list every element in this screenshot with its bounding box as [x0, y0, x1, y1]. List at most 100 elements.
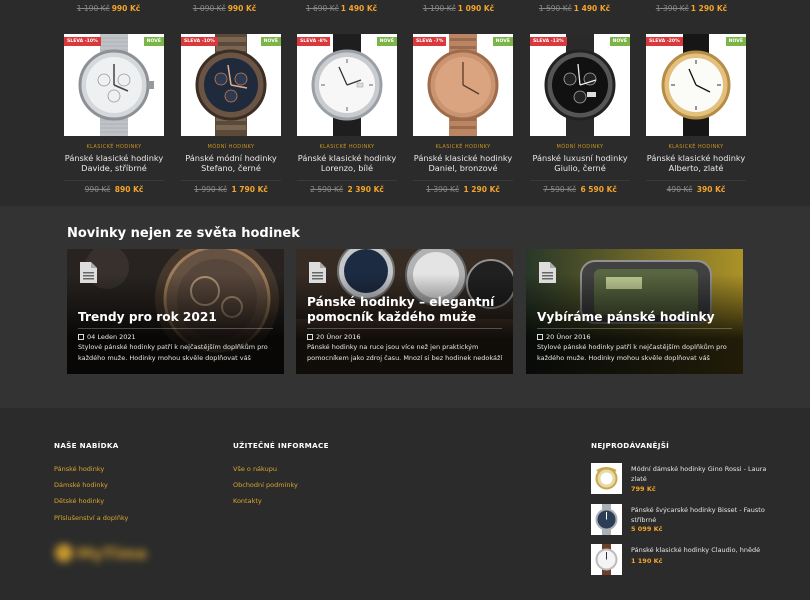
top-price: 1 590 Kč 1 490 Kč [538, 4, 611, 13]
product-prices: 7 590 Kč 6 590 Kč [530, 180, 630, 194]
document-icon [309, 262, 326, 283]
calendar-icon [307, 334, 313, 340]
watch-icon [195, 34, 267, 136]
product-category[interactable]: KLASICKÉ HODINKY [64, 144, 164, 150]
product-image[interactable]: SLEVA -7% NOVÉ [413, 34, 513, 136]
calendar-icon [78, 334, 84, 340]
info-heading: UŽITEČNÉ INFORMACE [233, 441, 329, 450]
document-icon [80, 262, 97, 283]
bestseller-name[interactable]: Módní dámské hodinky Gino Rossi - Laura … [631, 464, 771, 484]
calendar-icon [537, 334, 543, 340]
previous-row-prices: 1 190 Kč 990 Kč 1 090 Kč 990 Kč 1 690 Kč 1 … [0, 0, 810, 22]
bestseller-name[interactable]: Pánské klasické hodinky Claudio, hnědé [631, 545, 771, 555]
watch-icon [78, 34, 154, 136]
top-price: 1 390 Kč 1 290 Kč [655, 4, 728, 13]
product-card[interactable]: SLEVA -20% NOVÉ KLASICKÉ HODINKY Pánské … [646, 34, 746, 194]
post-excerpt: Stylové pánské hodinky patří k nejčastěj… [78, 343, 268, 362]
post-date: 20 Únor 2016 [537, 333, 590, 341]
product-card[interactable]: SLEVA -8% NOVÉ KLASICKÉ HODINKY Pánské k… [297, 34, 397, 194]
product-image[interactable]: SLEVA -10% NOVÉ [64, 34, 164, 136]
offer-heading: NAŠE NABÍDKA [54, 441, 119, 450]
new-badge: NOVÉ [260, 37, 281, 46]
product-card[interactable]: SLEVA -10% NOVÉ MÓDNÍ HODINKY Pánské mód… [181, 34, 281, 194]
news-post[interactable]: Vybíráme pánské hodinky 20 Únor 2016 Sty… [526, 249, 743, 374]
bestseller-item[interactable]: Módní dámské hodinky Gino Rossi - Laura … [591, 463, 771, 495]
news-heading: Novinky nejen ze světa hodinek [67, 226, 300, 241]
product-prices: 1 990 Kč 1 790 Kč [181, 180, 281, 194]
top-price: 1 190 Kč 990 Kč [76, 4, 141, 13]
new-badge: NOVÉ [725, 37, 746, 46]
product-image[interactable]: SLEVA -10% NOVÉ [181, 34, 281, 136]
divider [307, 328, 502, 329]
divider [537, 328, 732, 329]
logo[interactable]: MyTime [54, 538, 164, 568]
watch-icon [595, 504, 618, 535]
watch-icon [427, 34, 499, 136]
svg-text:MyTime: MyTime [77, 544, 147, 563]
footer: NAŠE NABÍDKA Pánské hodinky Dámské hodin… [0, 408, 810, 600]
post-excerpt: Stylové pánské hodinky patří k nejčastěj… [537, 343, 727, 362]
bestseller-price: 5 099 Kč [631, 525, 663, 533]
product-image[interactable]: SLEVA -20% NOVÉ [646, 34, 746, 136]
bestseller-image[interactable] [591, 544, 622, 575]
news-section: Novinky nejen ze světa hodinek Trendy pr… [0, 206, 810, 408]
product-card[interactable]: SLEVA -10% NOVÉ KLASICKÉ HODINKY Pánské … [64, 34, 164, 194]
product-name[interactable]: Pánské klasické hodinky Daniel, bronzové [413, 153, 513, 173]
document-icon [539, 262, 556, 283]
divider [78, 328, 273, 329]
footer-link[interactable]: Dětské hodinky [54, 497, 128, 513]
product-category[interactable]: MÓDNÍ HODINKY [181, 144, 281, 150]
top-price: 1 090 Kč 990 Kč [192, 4, 257, 13]
new-badge: NOVÉ [609, 37, 630, 46]
product-category[interactable]: KLASICKÉ HODINKY [413, 144, 513, 150]
post-title[interactable]: Vybíráme pánské hodinky [537, 310, 733, 325]
product-card[interactable]: SLEVA -13% NOVÉ MÓDNÍ HODINKY Pánské lux… [530, 34, 630, 194]
bestseller-name[interactable]: Pánské švýcarské hodinky Bisset - Fausto… [631, 505, 771, 525]
post-date: 04 Leden 2021 [78, 333, 136, 341]
new-badge: NOVÉ [376, 37, 397, 46]
footer-link[interactable]: Vše o nákupu [233, 465, 298, 481]
bestsellers-heading: NEJPRODÁVANĚJŠÍ [591, 441, 670, 450]
product-image[interactable]: SLEVA -13% NOVÉ [530, 34, 630, 136]
footer-link[interactable]: Pánské hodinky [54, 465, 128, 481]
top-price: 1 690 Kč 1 490 Kč [305, 4, 378, 13]
sale-badge: SLEVA -13% [530, 37, 567, 46]
product-category[interactable]: MÓDNÍ HODINKY [530, 144, 630, 150]
bestseller-image[interactable] [591, 463, 622, 494]
product-category[interactable]: KLASICKÉ HODINKY [646, 144, 746, 150]
product-card[interactable]: SLEVA -7% NOVÉ KLASICKÉ HODINKY Pánské k… [413, 34, 513, 194]
product-category[interactable]: KLASICKÉ HODINKY [297, 144, 397, 150]
product-image[interactable]: SLEVA -8% NOVÉ [297, 34, 397, 136]
watch-icon [544, 34, 616, 136]
bestseller-price: 799 Kč [631, 485, 656, 493]
sale-badge: SLEVA -8% [297, 37, 331, 46]
post-date: 20 Únor 2016 [307, 333, 360, 341]
post-title[interactable]: Pánské hodinky – elegantní pomocník každ… [307, 295, 503, 325]
product-name[interactable]: Pánské klasické hodinky Alberto, zlaté [646, 153, 746, 173]
bestseller-image[interactable] [591, 504, 622, 535]
product-prices: 990 Kč 890 Kč [64, 180, 164, 194]
new-badge: NOVÉ [492, 37, 513, 46]
bestseller-item[interactable]: Pánské švýcarské hodinky Bisset - Fausto… [591, 504, 771, 536]
news-post[interactable]: Trendy pro rok 2021 04 Leden 2021 Stylov… [67, 249, 284, 374]
bestseller-price: 1 190 Kč [631, 557, 663, 565]
footer-link[interactable]: Kontakty [233, 497, 298, 513]
product-name[interactable]: Pánské luxusní hodinky Giulio, černé [530, 153, 630, 173]
bestseller-item[interactable]: Pánské klasické hodinky Claudio, hnědé 1… [591, 544, 771, 576]
post-excerpt: Pánské hodinky na ruce jsou více než jen… [307, 343, 503, 362]
watch-icon [311, 34, 383, 136]
watch-icon [661, 34, 731, 136]
new-badge: NOVÉ [143, 37, 164, 46]
footer-link[interactable]: Obchodní podmínky [233, 481, 298, 497]
footer-link[interactable]: Příslušenství a doplňky [54, 514, 128, 530]
product-prices: 2 590 Kč 2 390 Kč [297, 180, 397, 194]
sale-badge: SLEVA -10% [181, 37, 218, 46]
product-name[interactable]: Pánské módní hodinky Stefano, černé [181, 153, 281, 173]
footer-link[interactable]: Dámské hodinky [54, 481, 128, 497]
product-name[interactable]: Pánské klasické hodinky Davide, stříbrné [64, 153, 164, 173]
post-title[interactable]: Trendy pro rok 2021 [78, 310, 274, 325]
info-links: Vše o nákupu Obchodní podmínky Kontakty [233, 465, 298, 514]
news-post[interactable]: Pánské hodinky – elegantní pomocník každ… [296, 249, 513, 374]
sale-badge: SLEVA -10% [64, 37, 101, 46]
product-name[interactable]: Pánské klasické hodinky Lorenzo, bílé [297, 153, 397, 173]
